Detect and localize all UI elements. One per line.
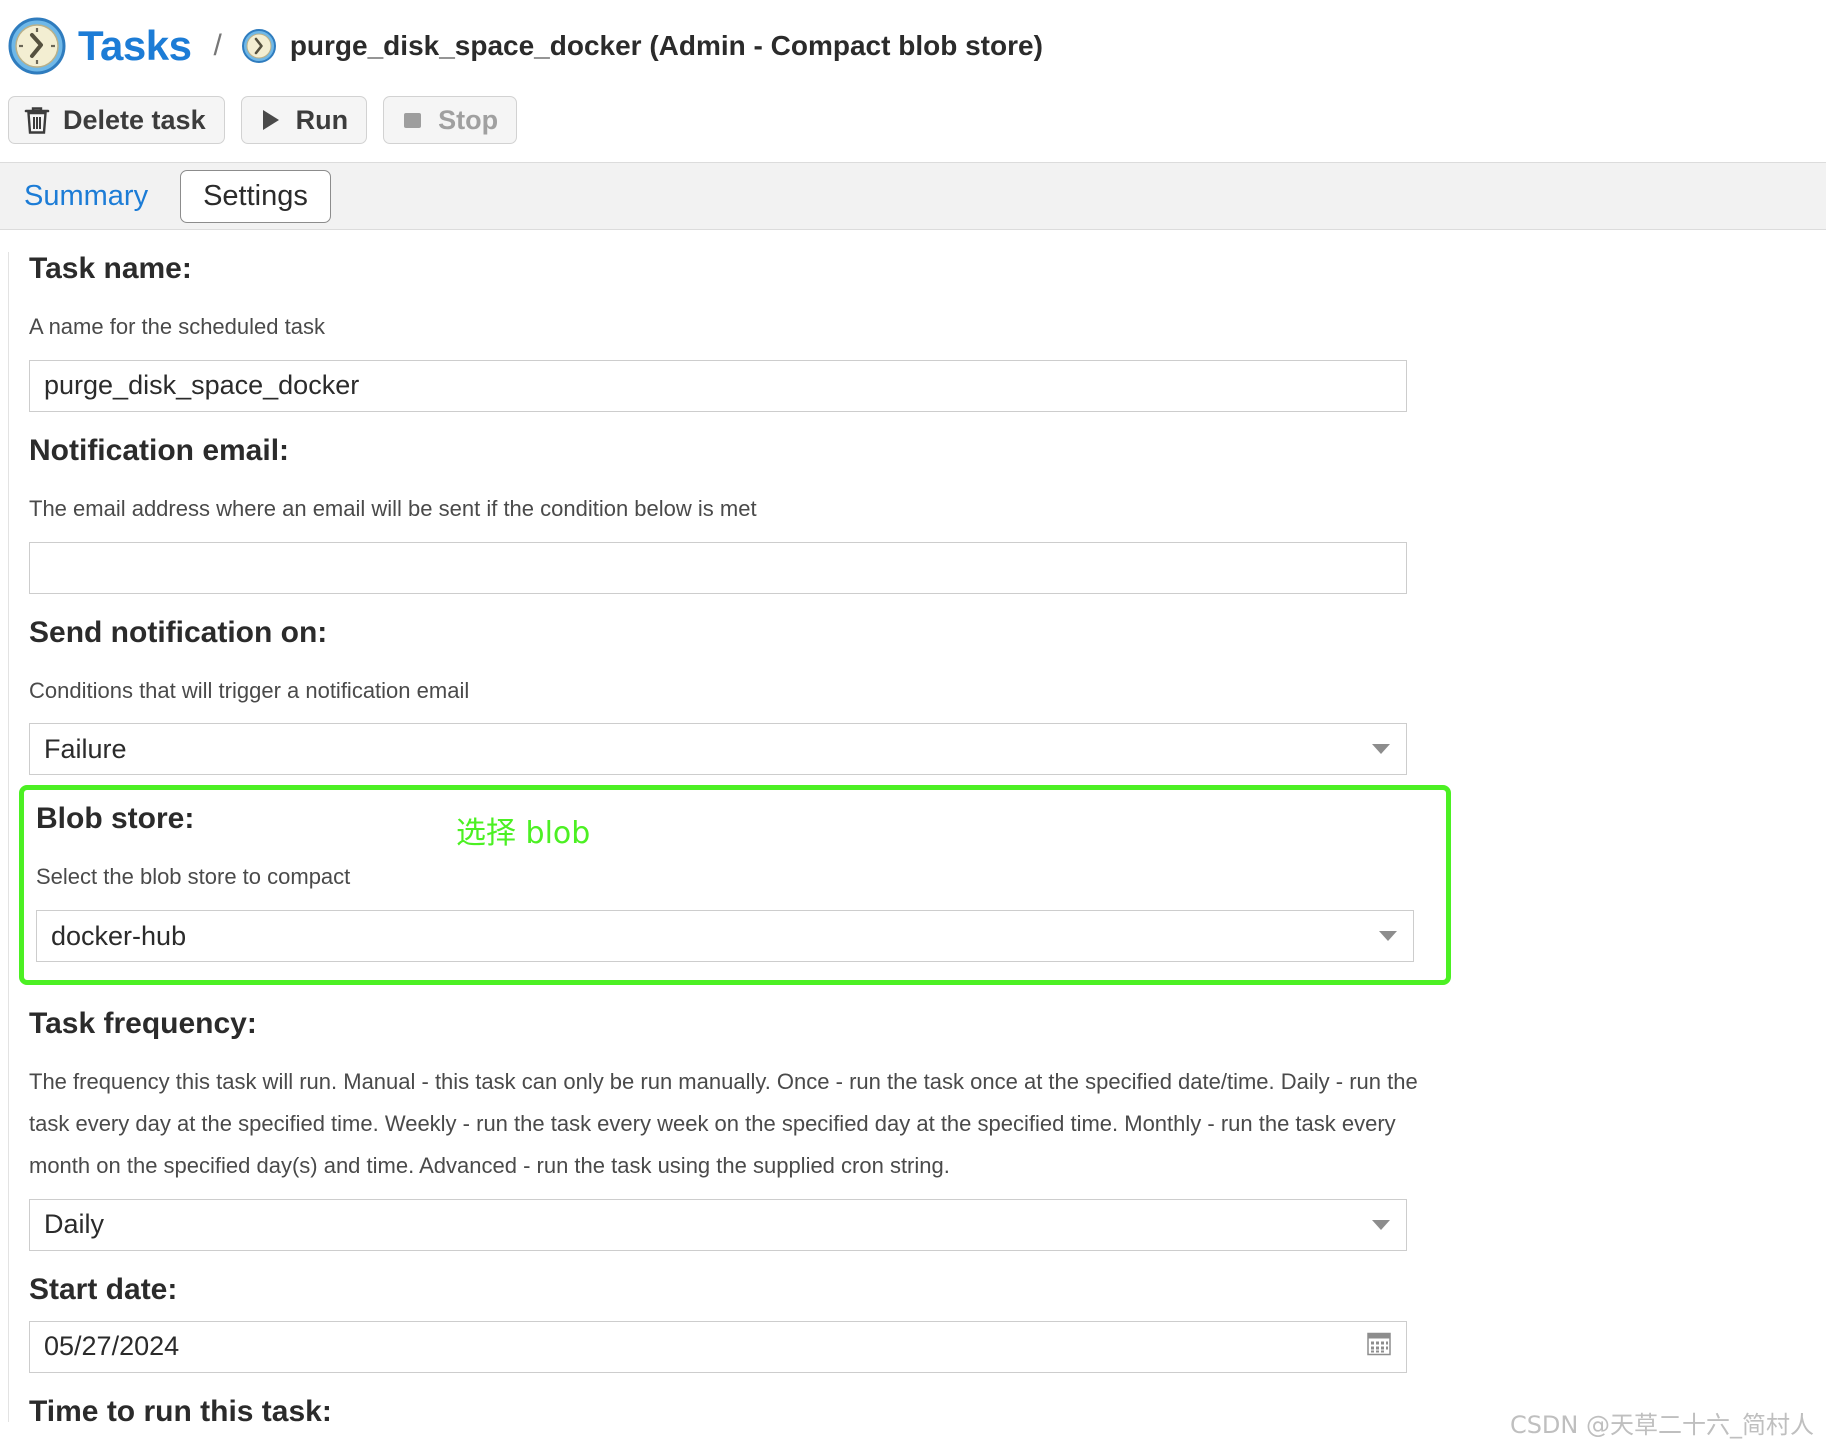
chevron-down-icon[interactable] [1372,744,1390,755]
run-button[interactable]: Run [240,96,368,144]
csdn-watermark: CSDN @天草二十六_简村人 [1509,1411,1814,1439]
task-frequency-select[interactable]: Daily [29,1198,1407,1251]
task-frequency-helper: The frequency this task will run. Manual… [29,1069,1418,1178]
start-date-input[interactable] [44,1331,1392,1363]
delete-task-button[interactable]: Delete task [8,96,225,144]
send-notification-title: Send notification on: [29,615,328,649]
breadcrumb-tasks-link[interactable]: Tasks [78,22,192,70]
blob-store-helper: Select the blob store to compact [36,864,351,890]
stop-square-icon [398,105,426,135]
chevron-down-icon[interactable] [1372,1219,1390,1230]
notification-email-title: Notification email: [29,433,290,467]
blob-store-select[interactable]: docker-hub [36,910,1414,963]
task-frequency-title: Task frequency: [29,1007,257,1041]
task-frequency-value: Daily [44,1209,105,1240]
tab-summary[interactable]: Summary [20,178,152,215]
delete-task-label: Delete task [63,104,206,135]
tab-bar: Summary Settings [0,162,1826,230]
task-name-input[interactable] [44,370,1392,402]
send-notification-select[interactable]: Failure [29,723,1407,776]
task-name-helper: A name for the scheduled task [29,314,325,339]
breadcrumb-separator: / [213,29,222,62]
task-name-field[interactable] [29,359,1407,412]
stop-label: Stop [438,104,499,135]
breadcrumb: Tasks / purge_disk_space_docker (Admin -… [0,0,1826,92]
tab-settings[interactable]: Settings [180,169,331,223]
task-toolbar: Delete task Run Stop [0,92,1826,162]
play-icon [256,105,284,135]
notification-email-field[interactable] [29,541,1407,594]
trash-icon [23,105,51,135]
page-root: Tasks / purge_disk_space_docker (Admin -… [0,0,1826,1448]
clock-icon-small [241,29,276,63]
settings-form: Task name: A name for the scheduled task… [8,252,1826,1428]
send-notification-helper: Conditions that will trigger a notificat… [29,677,470,703]
stop-button[interactable]: Stop [383,96,518,144]
notification-email-input[interactable] [44,552,1392,584]
notification-email-helper: The email address where an email will be… [29,495,757,521]
run-label: Run [295,104,349,135]
blob-store-annotation: 选择 blob [456,816,591,852]
task-name-title: Task name: [29,252,192,285]
blob-store-value: docker-hub [51,920,187,951]
breadcrumb-current-task: purge_disk_space_docker (Admin - Compact… [289,30,1043,61]
send-notification-value: Failure [44,733,127,764]
start-date-field[interactable] [29,1320,1407,1373]
start-date-title: Start date: [29,1272,178,1306]
blob-store-highlight: Blob store: 选择 blob Select the blob stor… [19,785,1451,986]
calendar-icon[interactable] [1366,1330,1392,1363]
chevron-down-icon[interactable] [1379,931,1397,942]
blob-store-title: Blob store: [36,802,195,836]
clock-icon [8,17,66,75]
